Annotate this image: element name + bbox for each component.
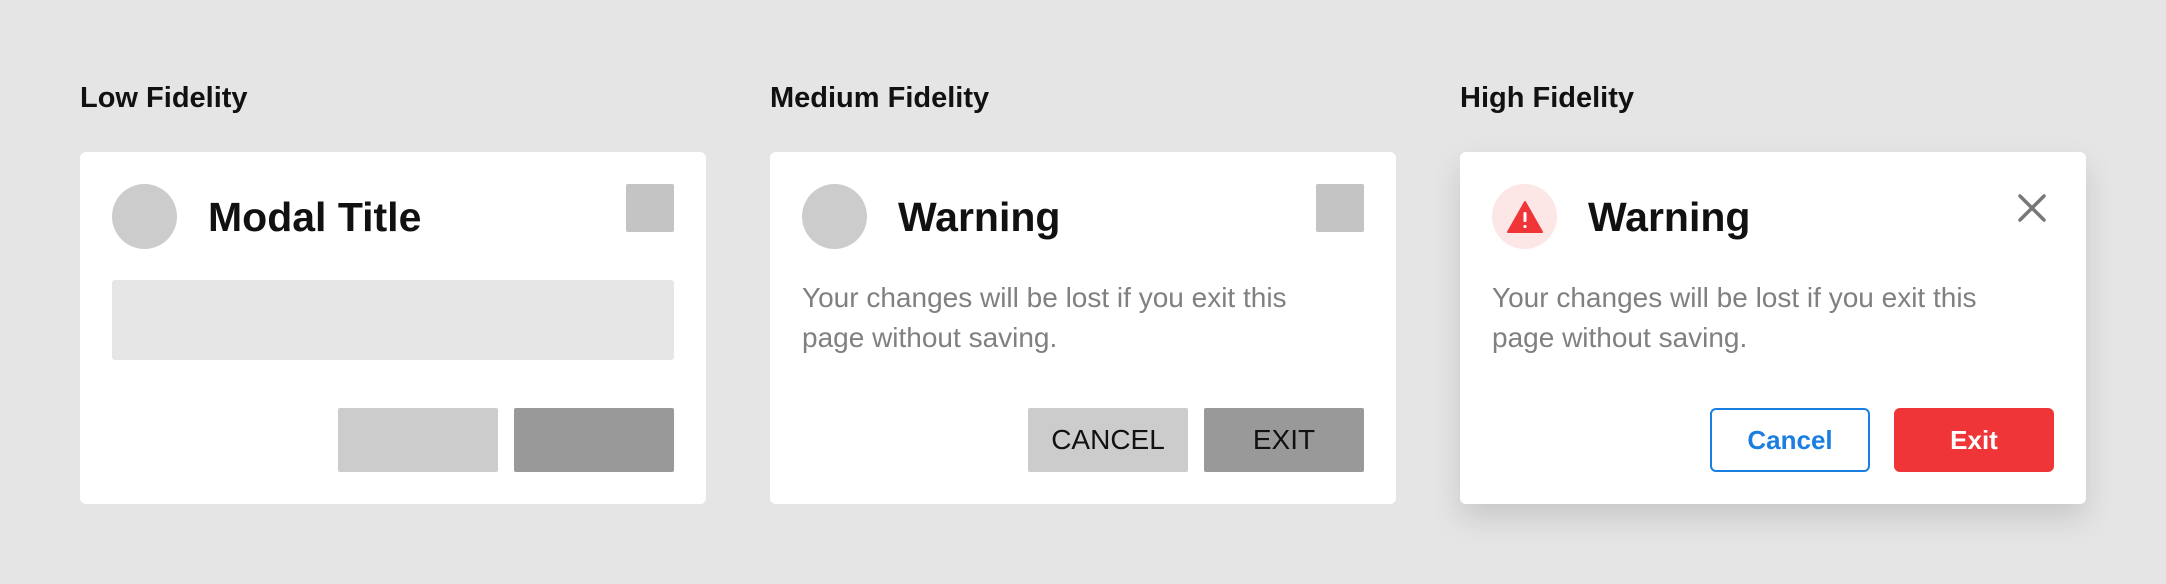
column-label: High Fidelity <box>1460 82 1634 114</box>
warning-triangle-icon <box>1506 200 1543 233</box>
modal-card: Modal Title <box>80 152 706 504</box>
close-icon <box>2018 194 2046 222</box>
modal-card: Warning Your changes will be lost if you… <box>770 152 1396 504</box>
modal-title: Warning <box>898 194 1061 240</box>
warning-icon-badge <box>1492 184 1557 249</box>
exit-button[interactable]: Exit <box>1894 408 2054 472</box>
close-button[interactable] <box>2012 188 2052 228</box>
primary-button-placeholder[interactable] <box>514 408 674 472</box>
secondary-button-placeholder[interactable] <box>338 408 498 472</box>
icon-placeholder <box>802 184 867 249</box>
cancel-button[interactable]: CANCEL <box>1028 408 1188 472</box>
close-button-placeholder[interactable] <box>1316 184 1364 232</box>
column-label: Low Fidelity <box>80 82 248 114</box>
body-text-placeholder <box>112 280 674 360</box>
cancel-button[interactable]: Cancel <box>1710 408 1870 472</box>
modal-title: Warning <box>1588 194 1751 240</box>
modal-body-text: Your changes will be lost if you exit th… <box>1492 282 1977 353</box>
modal-title: Modal Title <box>208 194 422 240</box>
modal-card: Warning Your changes will be lost if you… <box>1460 152 2086 504</box>
column-label: Medium Fidelity <box>770 82 990 114</box>
close-button-placeholder[interactable] <box>626 184 674 232</box>
exit-button[interactable]: EXIT <box>1204 408 1364 472</box>
icon-placeholder <box>112 184 177 249</box>
modal-body-text: Your changes will be lost if you exit th… <box>802 282 1287 353</box>
